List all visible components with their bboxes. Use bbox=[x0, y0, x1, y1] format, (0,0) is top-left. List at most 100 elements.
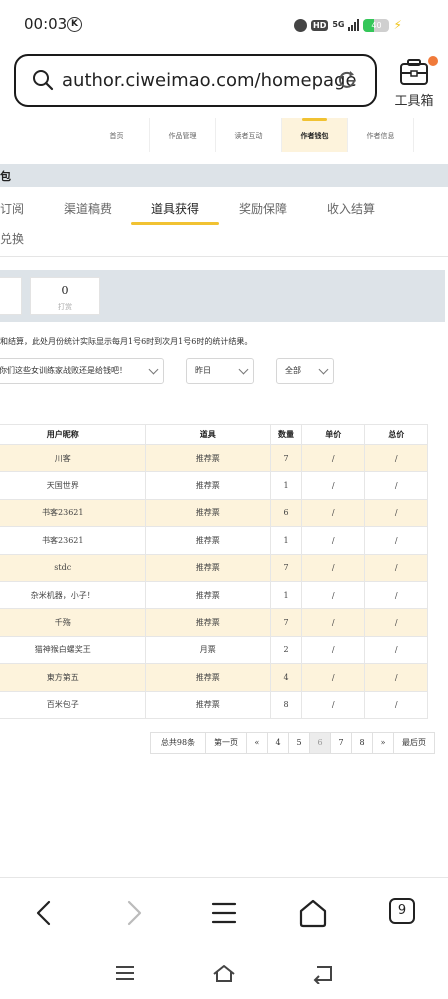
cell-unit-price: / bbox=[301, 608, 366, 637]
charging-icon: ⚡ bbox=[393, 18, 402, 32]
cell-quantity: 7 bbox=[270, 443, 303, 473]
pagination-page-current[interactable]: 6 bbox=[309, 732, 331, 754]
stats-banner: 0 打赏 bbox=[0, 270, 445, 322]
cell-quantity: 1 bbox=[270, 471, 303, 500]
table-row: 书客23621 推荐票 1// bbox=[0, 526, 428, 555]
cell-quantity: 1 bbox=[270, 580, 303, 610]
cell-item: 推荐票 bbox=[144, 608, 272, 637]
k-badge-icon: K bbox=[67, 17, 82, 32]
book-select[interactable]: 你们这些女训练家战败还是给钱吧！ bbox=[0, 358, 164, 384]
stat-label: 打赏 bbox=[58, 303, 72, 311]
stat-card-tips: 0 打赏 bbox=[30, 277, 100, 315]
chevron-down-icon bbox=[238, 364, 249, 375]
cell-item: 推荐票 bbox=[144, 471, 272, 500]
pagination-page-5[interactable]: 5 bbox=[288, 732, 310, 754]
cell-unit-price: / bbox=[301, 580, 366, 610]
site-nav-author-info[interactable]: 作者信息 bbox=[348, 118, 414, 152]
cell-username: 书客23621 bbox=[0, 526, 146, 555]
battery-level: 40 bbox=[371, 20, 382, 30]
chevron-down-icon bbox=[148, 364, 159, 375]
site-nav-home[interactable]: 首页 bbox=[84, 118, 150, 152]
menu-icon[interactable] bbox=[207, 896, 241, 930]
cell-username: 東方第五 bbox=[0, 663, 146, 692]
col-username: 用户昵称 bbox=[0, 424, 146, 445]
tab-subscription[interactable]: 订阅 bbox=[0, 200, 24, 217]
toolbox-label[interactable]: 工具箱 bbox=[394, 90, 434, 109]
stat-card-partial bbox=[0, 277, 22, 315]
tab-channel-fee[interactable]: 渠道稿费 bbox=[64, 200, 112, 217]
cell-item: 推荐票 bbox=[144, 663, 272, 692]
recent-apps-icon[interactable] bbox=[112, 962, 138, 984]
cell-total: / bbox=[364, 608, 428, 637]
table-row: 東方第五 推荐票 4// bbox=[0, 663, 428, 692]
chevron-down-icon bbox=[318, 364, 329, 375]
url-text[interactable]: author.ciweimao.com/homepage bbox=[62, 70, 357, 91]
address-bar[interactable]: author.ciweimao.com/homepage bbox=[14, 54, 377, 107]
cell-item: 推荐票 bbox=[144, 498, 272, 528]
notification-dot bbox=[428, 56, 438, 66]
date-select[interactable]: 昨日 bbox=[186, 358, 254, 384]
cell-total: / bbox=[364, 443, 428, 473]
cell-quantity: 7 bbox=[270, 608, 303, 637]
system-nav-bar bbox=[0, 950, 448, 999]
cell-total: / bbox=[364, 690, 428, 719]
pagination-first[interactable]: 第一页 bbox=[205, 732, 247, 754]
cell-username: stdc bbox=[0, 553, 146, 582]
cell-quantity: 4 bbox=[270, 663, 303, 692]
site-nav-wallet[interactable]: 作者钱包 bbox=[282, 118, 348, 152]
cell-item: 推荐票 bbox=[144, 443, 272, 473]
cell-unit-price: / bbox=[301, 553, 366, 582]
forward-icon[interactable] bbox=[117, 896, 151, 930]
cell-total: / bbox=[364, 580, 428, 610]
reload-icon[interactable] bbox=[336, 69, 358, 91]
type-select[interactable]: 全部 bbox=[276, 358, 334, 384]
section-header-bar bbox=[0, 164, 448, 187]
pagination-last[interactable]: 最后页 bbox=[393, 732, 435, 754]
tab-settlement[interactable]: 收入结算 bbox=[327, 200, 375, 217]
tabs-count-button[interactable]: 9 bbox=[389, 898, 415, 924]
tabs-divider bbox=[0, 256, 448, 257]
table-row: 千殇 推荐票 7// bbox=[0, 608, 428, 637]
table-row: 天国世界 推荐票 1// bbox=[0, 471, 428, 500]
type-select-value: 全部 bbox=[285, 366, 301, 375]
tab-exchange[interactable]: 兑换 bbox=[0, 230, 24, 247]
cell-unit-price: / bbox=[301, 635, 366, 665]
table-row: 杂米机器，小子！ 推荐票 1// bbox=[0, 580, 428, 610]
cell-total: / bbox=[364, 498, 428, 528]
cell-unit-price: / bbox=[301, 498, 366, 528]
site-nav-works[interactable]: 作品管理 bbox=[150, 118, 216, 152]
cell-username: 猫神猴白螺奖王 bbox=[0, 635, 146, 665]
date-select-value: 昨日 bbox=[195, 366, 211, 375]
pagination-page-7[interactable]: 7 bbox=[330, 732, 352, 754]
site-nav-readers[interactable]: 读者互动 bbox=[216, 118, 282, 152]
cell-total: / bbox=[364, 526, 428, 555]
hd-icon: HD bbox=[311, 19, 329, 31]
cell-unit-price: / bbox=[301, 443, 366, 473]
col-item: 道具 bbox=[144, 424, 272, 445]
pagination-page-4[interactable]: 4 bbox=[267, 732, 289, 754]
system-back-icon[interactable] bbox=[310, 962, 336, 984]
cell-quantity: 6 bbox=[270, 498, 303, 528]
pagination-page-8[interactable]: 8 bbox=[351, 732, 373, 754]
pagination: 总共98条 第一页 « 4 5 6 7 8 » 最后页 bbox=[150, 732, 435, 754]
home-icon[interactable] bbox=[296, 896, 330, 930]
cell-quantity: 1 bbox=[270, 526, 303, 555]
browser-bottom-nav: 9 bbox=[0, 878, 448, 948]
system-home-icon[interactable] bbox=[211, 962, 237, 984]
tab-rewards[interactable]: 奖励保障 bbox=[239, 200, 287, 217]
signal-icon bbox=[348, 19, 360, 31]
network-label: 5G bbox=[332, 20, 345, 29]
pagination-prev[interactable]: « bbox=[246, 732, 268, 754]
cell-item: 推荐票 bbox=[144, 553, 272, 582]
stat-value: 0 bbox=[61, 284, 69, 297]
pagination-next[interactable]: » bbox=[372, 732, 394, 754]
tab-items-received[interactable]: 道具获得 bbox=[151, 200, 199, 217]
cell-quantity: 8 bbox=[270, 690, 303, 719]
back-icon[interactable] bbox=[27, 896, 61, 930]
cell-item: 推荐票 bbox=[144, 526, 272, 555]
status-icons: HD 5G 40 ⚡ bbox=[294, 16, 402, 34]
cell-quantity: 7 bbox=[270, 553, 303, 582]
cell-total: / bbox=[364, 553, 428, 582]
pagination-total: 总共98条 bbox=[150, 732, 206, 754]
table-row: 百米包子 推荐票 8// bbox=[0, 690, 428, 719]
